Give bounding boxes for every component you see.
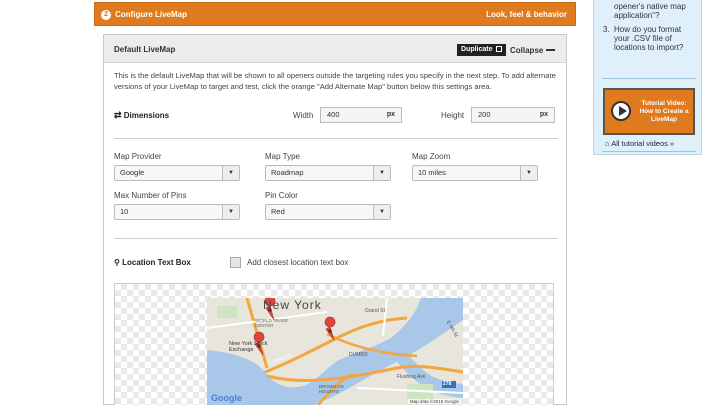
height-unit: px <box>539 111 548 118</box>
duplicate-icon <box>495 46 502 52</box>
home-icon: ⌂ <box>605 139 610 148</box>
chevron-down-icon: ▼ <box>222 166 239 180</box>
chevron-down-icon: ▼ <box>373 205 390 219</box>
step-header[interactable]: 2 Configure LiveMap Look, feel & behavio… <box>94 2 576 26</box>
map-type-value: Roadmap <box>271 168 304 177</box>
location-label: Location Text Box <box>122 258 191 267</box>
map-provider-value: Google <box>120 168 145 177</box>
tutorial-video-text: Tutorial Video: How to Create a LiveMap <box>639 100 689 123</box>
width-value: 400 <box>327 110 340 119</box>
chevron-down-icon: ▼ <box>520 166 537 180</box>
map-zoom-label: Map Zoom <box>412 152 451 161</box>
max-pins-label: Max Number of Pins <box>114 191 187 200</box>
map-preview-area: New York WORLD TRADE CENTER New York Sto… <box>114 283 554 405</box>
map-provider-label: Map Provider <box>114 152 162 161</box>
map-place-label: BROOKLYN HEIGHTS <box>319 384 344 394</box>
map-preview[interactable]: New York WORLD TRADE CENTER New York Sto… <box>207 298 463 405</box>
default-livemap-panel: Default LiveMap Duplicate Collapse This … <box>103 34 567 405</box>
panel-header: Default LiveMap Duplicate Collapse <box>104 35 566 63</box>
map-place-label: DUMBO <box>349 352 368 358</box>
closest-location-checkbox[interactable] <box>230 257 241 268</box>
dimensions-label: Dimensions <box>123 111 170 120</box>
pin-color-value: Red <box>271 207 285 216</box>
all-tutorials-link[interactable]: ⌂ All tutorial videos » <box>605 139 674 148</box>
all-tutorials-label: All tutorial videos » <box>611 139 675 148</box>
minus-icon <box>546 49 556 51</box>
width-label: Width <box>293 111 314 120</box>
width-input[interactable]: 400 px <box>320 107 402 123</box>
map-type-select[interactable]: Roadmap ▼ <box>265 165 391 181</box>
map-city-label: New York <box>263 298 322 312</box>
pin-color-select[interactable]: Red ▼ <box>265 204 391 220</box>
divider <box>602 151 696 152</box>
height-label: Height <box>441 111 465 120</box>
collapse-button[interactable]: Collapse <box>510 46 556 55</box>
faq-item-text: How do you format your .CSV file of loca… <box>614 25 684 52</box>
play-icon <box>611 101 631 121</box>
faq-item-number: 3. <box>603 25 610 34</box>
closest-location-label: Add closest location text box <box>247 258 349 267</box>
divider <box>114 138 558 139</box>
duplicate-label: Duplicate <box>461 46 493 53</box>
map-type-label: Map Type <box>265 152 300 161</box>
map-place-label: New York Stock Exchange <box>229 341 268 353</box>
height-input[interactable]: 200 px <box>471 107 555 123</box>
chevron-down-icon: ▼ <box>373 166 390 180</box>
map-zoom-select[interactable]: 10 miles ▼ <box>412 165 538 181</box>
width-unit: px <box>386 111 395 118</box>
collapse-label: Collapse <box>510 46 544 55</box>
help-sidebar: opener's native map application"? 3. How… <box>593 0 702 155</box>
location-heading: ⚲ Location Text Box <box>114 258 191 267</box>
map-zoom-value: 10 miles <box>418 168 446 177</box>
duplicate-button[interactable]: Duplicate <box>457 44 506 56</box>
divider <box>114 238 558 239</box>
map-place-label: WORLD TRADE CENTER <box>255 318 289 328</box>
step-number-badge: 2 <box>101 10 111 20</box>
panel-description: This is the default LiveMap that will be… <box>114 71 556 91</box>
max-pins-select[interactable]: 10 ▼ <box>114 204 240 220</box>
pin-color-label: Pin Color <box>265 191 298 200</box>
chevron-down-icon: ▼ <box>222 205 239 219</box>
highway-shield: 278 <box>443 381 452 387</box>
map-street-label: Flushing Ave <box>397 374 426 380</box>
step-title: Configure LiveMap <box>115 10 188 19</box>
map-provider-select[interactable]: Google ▼ <box>114 165 240 181</box>
max-pins-value: 10 <box>120 207 129 216</box>
dimensions-icon: ⇄ <box>114 110 122 120</box>
map-copyright: Map data ©2016 Google <box>407 399 461 404</box>
height-value: 200 <box>478 110 491 119</box>
google-logo: Google <box>211 393 242 403</box>
map-street-label: Grand St <box>365 308 386 314</box>
map-pin-icon: ⚲ <box>114 258 120 267</box>
divider <box>602 78 696 79</box>
step-subtitle: Look, feel & behavior <box>486 10 567 19</box>
panel-title: Default LiveMap <box>114 45 176 54</box>
dimensions-heading: ⇄ Dimensions <box>114 110 169 121</box>
tutorial-video-button[interactable]: Tutorial Video: How to Create a LiveMap <box>603 88 695 135</box>
faq-item-text: opener's native map application"? <box>614 2 686 20</box>
